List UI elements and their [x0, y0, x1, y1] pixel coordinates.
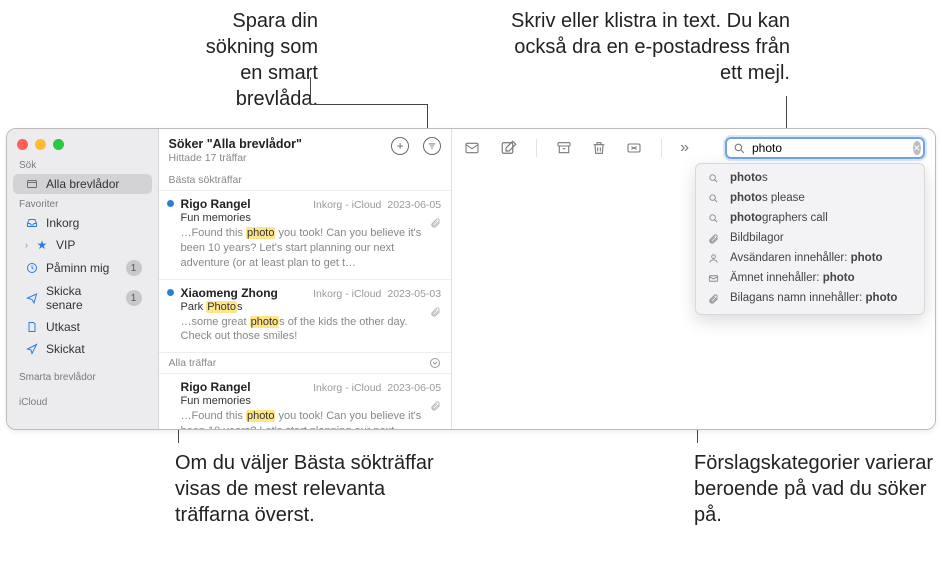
message-preview: …Found this photo you took! Can you beli…: [181, 226, 442, 271]
message-subject: Park Photos: [181, 301, 442, 313]
callout-suggestion-categories: Förslagskategorier varierar beroende på …: [694, 450, 934, 528]
reply-icon[interactable]: [462, 140, 482, 156]
message-sender: Xiaomeng Zhong: [181, 286, 308, 300]
clock-icon: [25, 262, 39, 274]
section-best-hits: Bästa sökträffar: [159, 170, 452, 191]
filter-button[interactable]: [423, 137, 441, 155]
more-icon[interactable]: »: [680, 139, 689, 157]
sidebar-item-label: Inkorg: [46, 216, 142, 230]
attachment-icon: [430, 217, 441, 228]
sidebar-item-sent[interactable]: Skickat: [13, 339, 152, 359]
suggestion-item[interactable]: Bilagans namn innehåller: photo: [696, 288, 924, 308]
callout-type-paste: Skriv eller klistra in text. Du kan ocks…: [490, 8, 790, 86]
sidebar-item-vip[interactable]: › ★ VIP: [13, 235, 152, 255]
envelope-icon: [708, 273, 722, 284]
junk-icon[interactable]: [625, 140, 643, 156]
search-icon: [708, 193, 722, 204]
suggestion-item[interactable]: Bildbilagor: [696, 228, 924, 248]
reading-pane: » ✕ photos photos ple: [452, 129, 935, 429]
sidebar-item-label: Skicka senare: [46, 284, 119, 312]
message-row[interactable]: Xiaomeng Zhong Inkorg - iCloud 2023-05-0…: [159, 280, 452, 354]
message-list-header: Söker "Alla brevlådor" Hittade 17 träffa…: [159, 129, 452, 170]
sidebar-item-remind[interactable]: Påminn mig 1: [13, 257, 152, 279]
sidebar: Sök Alla brevlådor Favoriter Inkorg › ★ …: [7, 129, 159, 429]
sidebar-section-favorites: Favoriter: [7, 195, 158, 212]
sidebar-section-search: Sök: [7, 156, 158, 173]
person-icon: [708, 253, 722, 264]
message-subject: Fun memories: [181, 212, 442, 224]
callout-best-hits: Om du väljer Bästa sökträffar visas de m…: [175, 450, 435, 528]
attachment-icon: [430, 400, 441, 411]
sidebar-section-smart: Smarta brevlådor: [7, 368, 158, 385]
sidebar-item-all-mailboxes[interactable]: Alla brevlådor: [13, 174, 152, 194]
message-date: 2023-06-05: [387, 382, 441, 394]
archive-icon[interactable]: [555, 140, 573, 156]
badge-count: 1: [126, 290, 142, 306]
search-scope-title: Söker "Alla brevlådor": [169, 137, 392, 151]
document-icon: [25, 321, 39, 333]
badge-count: 1: [126, 260, 142, 276]
minimize-window-button[interactable]: [35, 139, 46, 150]
suggestion-item[interactable]: photographers call: [696, 208, 924, 228]
message-mailbox: Inkorg - iCloud: [313, 199, 381, 211]
search-suggestions: photos photos please photographers call …: [695, 163, 925, 315]
sidebar-item-label: Alla brevlådor: [46, 177, 142, 191]
paper-plane-icon: [25, 343, 39, 355]
mail-window: Sök Alla brevlådor Favoriter Inkorg › ★ …: [6, 128, 936, 430]
close-window-button[interactable]: [17, 139, 28, 150]
inbox-icon: [25, 217, 39, 229]
message-date: 2023-05-03: [387, 288, 441, 300]
sidebar-item-label: Utkast: [46, 320, 142, 334]
search-field[interactable]: ✕: [725, 137, 925, 159]
message-preview: …Found this photo you took! Can you beli…: [181, 409, 442, 430]
sidebar-item-label: Skickat: [46, 342, 142, 356]
search-icon: [708, 173, 722, 184]
chevron-right-icon: ›: [25, 240, 28, 250]
message-date: 2023-06-05: [387, 199, 441, 211]
sort-icon[interactable]: [429, 357, 441, 369]
window-controls: [7, 135, 158, 156]
attachment-icon: [430, 306, 441, 317]
message-sender: Rigo Rangel: [181, 380, 308, 394]
message-mailbox: Inkorg - iCloud: [313, 382, 381, 394]
suggestion-item[interactable]: Ämnet innehåller: photo: [696, 268, 924, 288]
message-list: Söker "Alla brevlådor" Hittade 17 träffa…: [159, 129, 453, 429]
suggestion-item[interactable]: Avsändaren innehåller: photo: [696, 248, 924, 268]
message-row[interactable]: Rigo Rangel Inkorg - iCloud 2023-06-05 F…: [159, 374, 452, 430]
attachment-icon: [708, 233, 722, 244]
message-sender: Rigo Rangel: [181, 197, 308, 211]
search-icon: [733, 142, 746, 155]
section-all-hits: Alla träffar: [159, 353, 452, 374]
suggestion-item[interactable]: photos: [696, 168, 924, 188]
send-later-icon: [25, 292, 39, 304]
trash-icon[interactable]: [591, 139, 607, 157]
search-icon: [708, 213, 722, 224]
compose-icon[interactable]: [500, 139, 518, 157]
message-preview: …some great photos of the kids the other…: [181, 315, 442, 345]
search-input[interactable]: [752, 141, 907, 155]
save-search-button[interactable]: +: [391, 137, 409, 155]
message-row[interactable]: Rigo Rangel Inkorg - iCloud 2023-06-05 F…: [159, 191, 452, 280]
clear-search-icon[interactable]: ✕: [913, 141, 921, 155]
sidebar-section-icloud: iCloud: [7, 393, 158, 410]
sidebar-item-sendlater[interactable]: Skicka senare 1: [13, 281, 152, 315]
sidebar-item-inbox[interactable]: Inkorg: [13, 213, 152, 233]
sidebar-item-label: Påminn mig: [46, 261, 119, 275]
unread-dot-icon: [167, 200, 174, 207]
message-mailbox: Inkorg - iCloud: [313, 288, 381, 300]
sidebar-item-drafts[interactable]: Utkast: [13, 317, 152, 337]
unread-dot-icon: [167, 289, 174, 296]
suggestion-item[interactable]: photos please: [696, 188, 924, 208]
callout-save-smart: Spara din sökning som en smart brevlåda.: [178, 8, 318, 112]
star-icon: ★: [35, 238, 49, 252]
sidebar-item-label: VIP: [56, 238, 142, 252]
mailbox-icon: [25, 178, 39, 190]
result-count: Hittade 17 träffar: [169, 152, 392, 164]
toolbar: » ✕: [452, 129, 935, 167]
zoom-window-button[interactable]: [53, 139, 64, 150]
attachment-icon: [708, 293, 722, 304]
message-subject: Fun memories: [181, 395, 442, 407]
